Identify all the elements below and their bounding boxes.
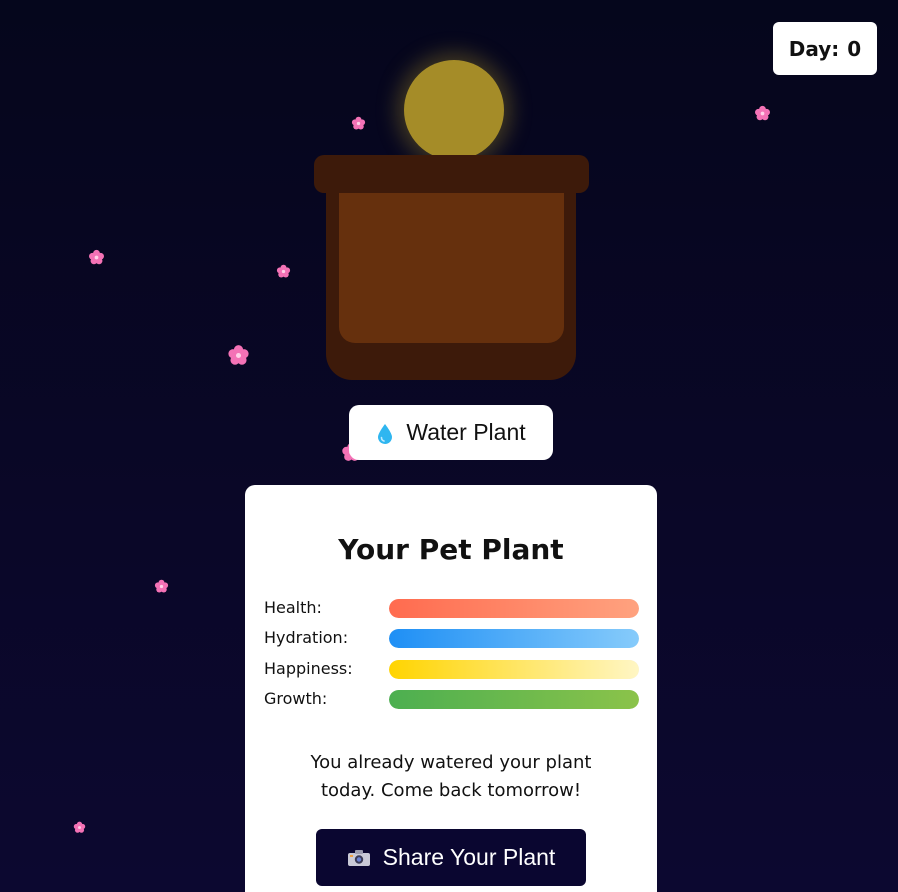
status-message-line: today. Come back tomorrow!	[320, 780, 582, 801]
day-value: 0	[847, 36, 862, 61]
health-bar-fill	[389, 599, 639, 618]
share-plant-label: Share Your Plant	[382, 844, 556, 870]
flower-icon	[154, 579, 169, 593]
health-bar	[389, 599, 639, 618]
stat-row-happiness: Happiness:	[264, 658, 639, 680]
camera-icon	[347, 849, 370, 866]
status-message-line: You already watered your plant	[310, 752, 592, 773]
pot-rim	[314, 155, 589, 193]
water-drop-icon	[378, 423, 393, 444]
flower-icon	[73, 821, 86, 833]
water-plant-button[interactable]: Water Plant	[349, 405, 553, 460]
growth-bar-fill	[389, 690, 639, 709]
hydration-bar-fill	[389, 629, 639, 648]
pot-soil	[339, 188, 564, 343]
day-counter-badge: Day: 0	[773, 22, 877, 75]
flower-icon	[755, 105, 770, 121]
flower-icon	[228, 345, 249, 365]
happiness-bar-fill	[389, 660, 639, 679]
stat-label: Hydration:	[264, 628, 349, 647]
hydration-bar	[389, 629, 639, 648]
flower-icon	[89, 249, 104, 265]
stat-row-health: Health:	[264, 597, 639, 619]
share-plant-button[interactable]: Share Your Plant	[316, 829, 586, 886]
flower-icon	[351, 116, 366, 130]
stat-row-hydration: Hydration:	[264, 627, 639, 649]
stat-label: Happiness:	[264, 659, 353, 678]
card-title: Your Pet Plant	[338, 533, 564, 566]
day-label: Day:	[788, 36, 840, 61]
water-plant-label: Water Plant	[406, 419, 526, 445]
plant-bud	[404, 60, 504, 160]
flower-icon	[276, 264, 291, 278]
stat-row-growth: Growth:	[264, 688, 639, 710]
growth-bar	[389, 690, 639, 709]
plant-stats-card: Your Pet Plant Health: Hydration: Happin…	[245, 485, 657, 892]
happiness-bar	[389, 660, 639, 679]
stat-label: Health:	[264, 598, 322, 617]
stat-label: Growth:	[264, 689, 328, 708]
status-message: You already watered your plant today. Co…	[245, 749, 657, 805]
